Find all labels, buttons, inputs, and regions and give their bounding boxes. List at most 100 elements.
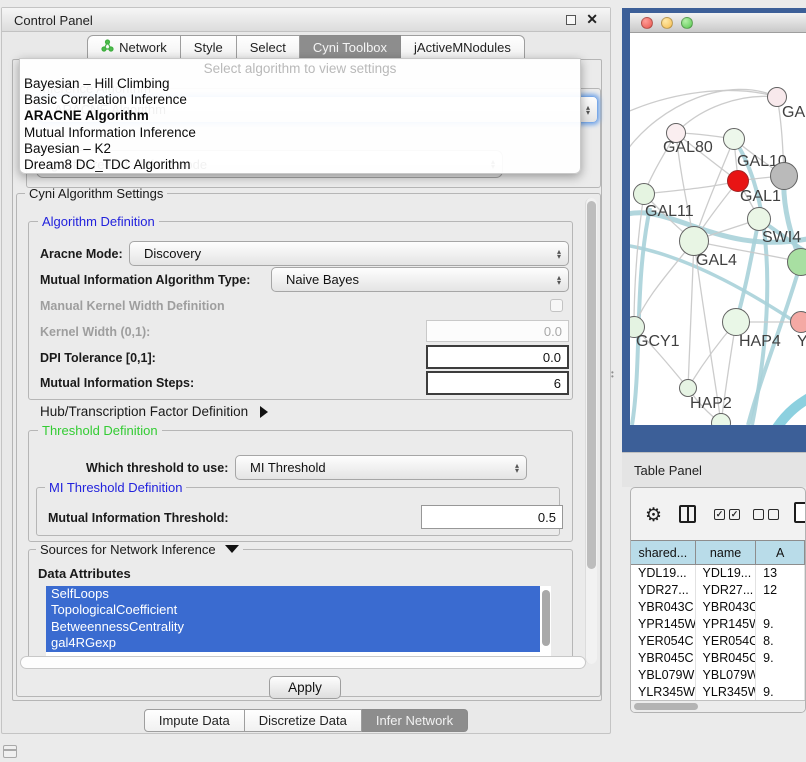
float-window-icon[interactable] bbox=[566, 15, 576, 25]
table-cell: YER054C bbox=[696, 633, 757, 650]
bottom-tab-infer-network[interactable]: Infer Network bbox=[362, 709, 468, 732]
mi-steps-field[interactable]: 6 bbox=[426, 371, 569, 395]
table-row[interactable]: YDR27...YDR27...12 bbox=[631, 582, 805, 599]
document-icon[interactable] bbox=[794, 502, 806, 523]
tab-label: Cyni Toolbox bbox=[313, 40, 387, 55]
kernel-width-field[interactable]: 0.0 bbox=[426, 320, 569, 342]
column-browser-icon[interactable] bbox=[679, 505, 696, 523]
table-row[interactable]: YPR145WYPR145W9. bbox=[631, 616, 805, 633]
attribute-item-topologicalcoefficient[interactable]: TopologicalCoefficient bbox=[46, 602, 540, 618]
dpi-tolerance-field[interactable]: 0.0 bbox=[426, 345, 569, 369]
algorithm-option-basic-correlation-inference[interactable]: Basic Correlation Inference bbox=[20, 92, 580, 108]
network-node-gal10[interactable] bbox=[723, 128, 745, 150]
aracne-mode-combo[interactable]: Discovery ▴▾ bbox=[129, 241, 569, 266]
mi-threshold-group-label: MI Threshold Definition bbox=[45, 480, 186, 495]
hub-definition-toggle[interactable]: Hub/Transcription Factor Definition bbox=[40, 404, 268, 419]
table-row[interactable]: YBR043CYBR043C bbox=[631, 599, 805, 616]
table-column-header-name[interactable]: name bbox=[696, 541, 757, 564]
table-header-row: shared...nameA bbox=[631, 540, 805, 565]
algorithm-option-mutual-information-inference[interactable]: Mutual Information Inference bbox=[20, 125, 580, 141]
algorithm-option-bayesian-hill-climbing[interactable]: Bayesian – Hill Climbing bbox=[20, 76, 580, 92]
settings-scrollbar-thumb[interactable] bbox=[587, 201, 596, 569]
table-row[interactable]: YLR345WYLR345W9. bbox=[631, 684, 805, 701]
control-panel-window: Control Panel ✕ NetworkStyleSelectCyni T… bbox=[1, 7, 611, 734]
panel-resize-grip[interactable]: •• bbox=[611, 371, 615, 380]
table-column-header-shared[interactable]: shared... bbox=[631, 541, 696, 564]
data-attributes-list[interactable]: SelfLoopsTopologicalCoefficientBetweenne… bbox=[46, 586, 551, 659]
attribute-item-selfloops[interactable]: SelfLoops bbox=[46, 586, 540, 602]
cyni-settings-group-label: Cyni Algorithm Settings bbox=[25, 186, 167, 201]
table-column-header-a[interactable]: A bbox=[756, 541, 805, 564]
chevron-down-icon bbox=[225, 545, 239, 553]
which-threshold-combo[interactable]: MI Threshold ▴▾ bbox=[235, 455, 527, 480]
node-label-gal4: GAL4 bbox=[696, 252, 737, 270]
bottom-tab-bar: Impute DataDiscretize DataInfer Network bbox=[2, 709, 610, 732]
tab-style[interactable]: Style bbox=[181, 35, 237, 59]
mi-steps-value: 6 bbox=[554, 376, 561, 391]
network-node-gal11[interactable] bbox=[633, 183, 655, 205]
tab-jactivemnodules[interactable]: jActiveMNodules bbox=[401, 35, 525, 59]
network-icon bbox=[101, 39, 114, 55]
algorithm-option-dream8-dc-tdc-algorithm[interactable]: Dream8 DC_TDC Algorithm bbox=[20, 157, 580, 173]
tab-network[interactable]: Network bbox=[87, 35, 181, 59]
mi-algorithm-type-label: Mutual Information Algorithm Type: bbox=[40, 273, 250, 287]
attribute-item-gal4rgexp[interactable]: gal4RGexp bbox=[46, 635, 540, 651]
node-label-gal80: GAL80 bbox=[663, 139, 713, 157]
manual-kernel-checkbox[interactable] bbox=[550, 299, 563, 312]
combo-arrows-icon: ▴▾ bbox=[586, 105, 590, 115]
table-cell: YDL19... bbox=[631, 565, 696, 582]
table-cell: YLR345W bbox=[696, 684, 757, 701]
mi-threshold-field[interactable]: 0.5 bbox=[421, 505, 563, 529]
node-label-gal: GAL bbox=[782, 104, 806, 122]
node-label-gal1: GAL1 bbox=[740, 188, 781, 206]
network-node[interactable] bbox=[770, 162, 798, 190]
bottom-tab-discretize-data[interactable]: Discretize Data bbox=[245, 709, 362, 732]
checked-checkbox-icon[interactable]: ✓ bbox=[714, 509, 725, 520]
algorithm-option-aracne-algorithm[interactable]: ARACNE Algorithm bbox=[20, 108, 580, 124]
zoom-traffic-light-icon[interactable] bbox=[681, 17, 693, 29]
network-canvas[interactable]: GALGAL80GAL10GAL1GAL11SWI4GAL4GCY1HAP4YH… bbox=[630, 33, 806, 425]
sources-group-label[interactable]: Sources for Network Inference bbox=[36, 542, 243, 557]
mi-algorithm-type-combo[interactable]: Naive Bayes ▴▾ bbox=[271, 267, 569, 292]
close-traffic-light-icon[interactable] bbox=[641, 17, 653, 29]
table-row[interactable]: YBL079WYBL079W bbox=[631, 667, 805, 684]
gear-icon[interactable]: ⚙ bbox=[645, 504, 662, 527]
close-icon[interactable]: ✕ bbox=[586, 11, 598, 28]
attribute-item-betweennesscentrality[interactable]: BetweennessCentrality bbox=[46, 619, 540, 635]
table-cell: YBR043C bbox=[696, 599, 757, 616]
mi-steps-label: Mutual Information Steps: bbox=[40, 376, 194, 390]
minimized-panel-icon[interactable] bbox=[3, 745, 17, 758]
table-row[interactable]: YDL19...YDL19...13 bbox=[631, 565, 805, 582]
network-node-hap4[interactable] bbox=[722, 308, 750, 336]
unchecked-checkbox-icon[interactable] bbox=[768, 509, 779, 520]
table-cell bbox=[756, 599, 805, 616]
bottom-tab-impute-data[interactable]: Impute Data bbox=[144, 709, 245, 732]
network-window-titlebar bbox=[630, 13, 806, 33]
attributes-scrollbar-thumb[interactable] bbox=[542, 590, 550, 646]
checked-checkbox-icon[interactable]: ✓ bbox=[729, 509, 740, 520]
table-cell: YBR043C bbox=[631, 599, 696, 616]
table-horizontal-scrollbar[interactable] bbox=[631, 700, 805, 712]
unchecked-checkbox-icon[interactable] bbox=[753, 509, 764, 520]
table-cell: YLR345W bbox=[631, 684, 696, 701]
apply-button[interactable]: Apply bbox=[269, 676, 341, 699]
tab-label: jActiveMNodules bbox=[414, 40, 511, 55]
table-row[interactable]: YBR045CYBR045C9. bbox=[631, 650, 805, 667]
table-cell: 13 bbox=[756, 565, 805, 582]
table-horizontal-scrollbar-thumb[interactable] bbox=[634, 703, 698, 710]
settings-scrollbar[interactable] bbox=[585, 198, 597, 664]
network-node-y[interactable] bbox=[790, 311, 806, 333]
threshold-definition-label: Threshold Definition bbox=[38, 423, 162, 438]
table-row[interactable]: YER054CYER054C8. bbox=[631, 633, 805, 650]
tab-select[interactable]: Select bbox=[237, 35, 300, 59]
which-threshold-value: MI Threshold bbox=[250, 460, 326, 475]
node-label-hap4: HAP4 bbox=[739, 333, 781, 351]
combo-arrows-icon: ▴▾ bbox=[515, 463, 519, 473]
tab-cyni-toolbox[interactable]: Cyni Toolbox bbox=[300, 35, 401, 59]
settings-horizontal-scrollbar[interactable] bbox=[20, 656, 586, 669]
node-table: shared...nameA YDL19...YDL19...13YDR27..… bbox=[631, 540, 805, 702]
node-label-hap2: HAP2 bbox=[690, 395, 732, 413]
network-node-swi4[interactable] bbox=[747, 207, 771, 231]
algorithm-option-bayesian-k2[interactable]: Bayesian – K2 bbox=[20, 141, 580, 157]
minimize-traffic-light-icon[interactable] bbox=[661, 17, 673, 29]
